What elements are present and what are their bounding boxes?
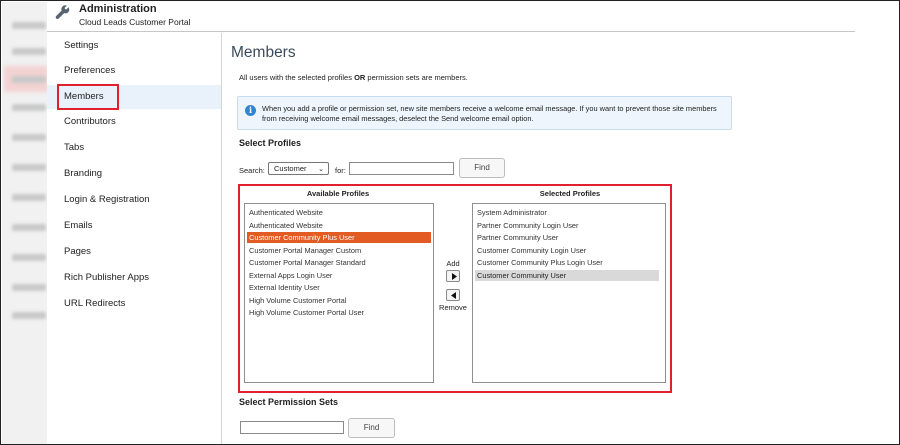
- arrow-left-icon: [451, 292, 456, 299]
- find-permission-sets-button[interactable]: Find: [348, 418, 395, 438]
- list-item[interactable]: Customer Community Login User: [475, 245, 586, 256]
- sidebar-item-settings[interactable]: Settings: [47, 34, 221, 58]
- page-title: Members: [231, 44, 296, 61]
- list-item[interactable]: Partner Community Login User: [475, 220, 578, 231]
- select-permission-sets-heading: Select Permission Sets: [239, 397, 339, 407]
- intro-text: All users with the selected profiles: [239, 73, 355, 82]
- admin-header: Administration Cloud Leads Customer Port…: [47, 2, 855, 32]
- list-item[interactable]: External Identity User: [247, 282, 320, 293]
- members-intro: All users with the selected profiles OR …: [239, 73, 468, 82]
- background-app-sidebar: [2, 2, 47, 444]
- screenshot-frame: Administration Cloud Leads Customer Port…: [0, 0, 900, 445]
- info-text: When you add a profile or permission set…: [262, 104, 717, 123]
- selected-profiles-heading: Selected Profiles: [539, 189, 601, 198]
- intro-text-end: permission sets are members.: [365, 73, 468, 82]
- sidebar-item-contributors[interactable]: Contributors: [47, 110, 221, 134]
- list-item[interactable]: External Apps Login User: [247, 270, 332, 281]
- list-item[interactable]: Customer Portal Manager Custom: [247, 245, 361, 256]
- list-item[interactable]: Authenticated Website: [247, 207, 323, 218]
- members-page: Members All users with the selected prof…: [223, 33, 855, 444]
- list-item[interactable]: High Volume Customer Portal: [247, 295, 346, 306]
- list-item[interactable]: Authenticated Website: [247, 220, 323, 231]
- list-item-selected[interactable]: Customer Community Plus User: [247, 232, 431, 243]
- list-item[interactable]: Customer Portal Manager Standard: [247, 257, 366, 268]
- admin-sidebar: Settings Preferences Members Contributor…: [47, 33, 222, 444]
- search-type-value: Customer: [274, 164, 307, 173]
- admin-title: Administration: [79, 3, 157, 15]
- sidebar-item-branding[interactable]: Branding: [47, 162, 221, 186]
- chevron-down-icon: ⌄: [318, 166, 324, 173]
- available-profiles-heading: Available Profiles: [306, 189, 370, 198]
- add-label: Add: [446, 259, 460, 268]
- list-item[interactable]: Customer Community Plus Login User: [475, 257, 603, 268]
- select-profiles-heading: Select Profiles: [239, 138, 302, 148]
- available-profiles-list[interactable]: Authenticated Website Authenticated Webs…: [244, 203, 434, 383]
- background-item: [12, 104, 46, 111]
- sidebar-item-login-registration[interactable]: Login & Registration: [47, 188, 221, 212]
- profile-search-input[interactable]: [349, 162, 454, 175]
- wrench-icon: [55, 5, 70, 20]
- background-item: [12, 134, 46, 141]
- sidebar-item-emails[interactable]: Emails: [47, 214, 221, 238]
- selected-profiles-list[interactable]: System Administrator Partner Community L…: [472, 203, 666, 383]
- sidebar-item-url-redirects[interactable]: URL Redirects: [47, 292, 221, 316]
- background-item: [12, 284, 46, 291]
- intro-bold: OR: [354, 73, 366, 82]
- sidebar-item-tabs[interactable]: Tabs: [47, 136, 221, 160]
- background-item: [12, 76, 46, 83]
- profiles-highlight-box: Available Profiles Authenticated Website…: [238, 184, 672, 393]
- sidebar-item-members[interactable]: Members: [47, 84, 221, 110]
- highlight-box: [57, 84, 119, 110]
- list-item[interactable]: System Administrator: [475, 207, 547, 218]
- permission-set-search-input[interactable]: [240, 421, 344, 434]
- list-item[interactable]: Partner Community User: [475, 232, 558, 243]
- background-item: [12, 48, 46, 55]
- administration-panel: Administration Cloud Leads Customer Port…: [47, 2, 899, 444]
- search-label: Search:: [239, 166, 265, 175]
- background-item: [12, 164, 46, 171]
- for-label: for:: [335, 166, 346, 175]
- list-item[interactable]: High Volume Customer Portal User: [247, 307, 364, 318]
- background-item: [12, 224, 46, 231]
- info-icon: i: [245, 105, 256, 116]
- list-item-highlighted[interactable]: Customer Community User: [475, 269, 659, 281]
- add-button[interactable]: [446, 270, 460, 282]
- arrow-right-icon: [452, 273, 457, 280]
- info-message: i When you add a profile or permission s…: [237, 96, 732, 130]
- sidebar-item-preferences[interactable]: Preferences: [47, 59, 221, 83]
- site-name: Cloud Leads Customer Portal: [79, 17, 191, 27]
- sidebar-item-pages[interactable]: Pages: [47, 240, 221, 264]
- find-profiles-button[interactable]: Find: [459, 158, 505, 178]
- background-item: [12, 312, 46, 319]
- background-item: [12, 254, 46, 261]
- search-type-select[interactable]: Customer ⌄: [268, 162, 329, 175]
- remove-label: Remove: [439, 303, 467, 312]
- background-item: [12, 22, 46, 29]
- remove-button[interactable]: [446, 289, 460, 301]
- sidebar-item-rich-publisher-apps[interactable]: Rich Publisher Apps: [47, 266, 221, 290]
- background-item: [12, 194, 46, 201]
